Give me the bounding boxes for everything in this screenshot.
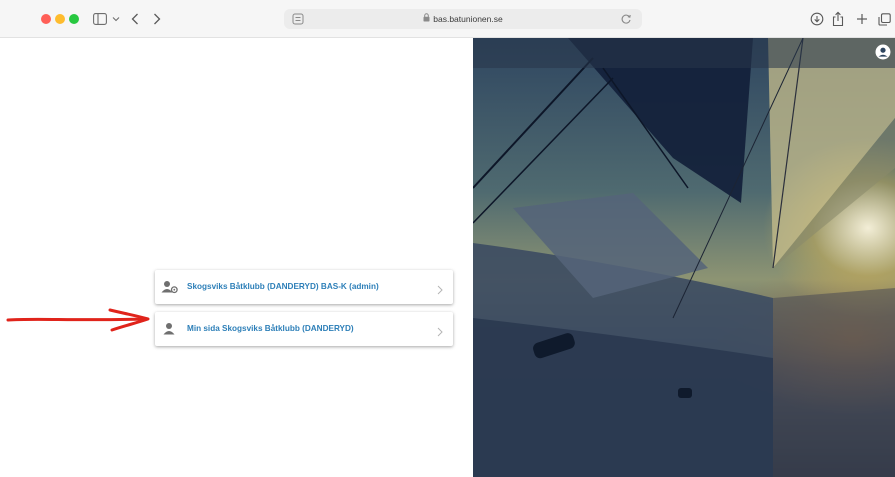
- share-icon[interactable]: [830, 9, 846, 29]
- card-label: Skogsviks Båtklubb (DANDERYD) BAS-K (adm…: [187, 282, 379, 291]
- org-admin-link[interactable]: Skogsviks Båtklubb (DANDERYD) BAS-K (adm…: [155, 270, 453, 304]
- url-display: bas.batunionen.se: [284, 9, 642, 29]
- forward-icon[interactable]: [150, 9, 164, 29]
- my-page-link[interactable]: Min sida Skogsviks Båtklubb (DANDERYD): [155, 312, 453, 346]
- account-selection-pane: [0, 38, 473, 477]
- address-bar[interactable]: bas.batunionen.se: [284, 9, 642, 29]
- user-icon[interactable]: [875, 44, 891, 60]
- hero-top-bar: [473, 38, 895, 68]
- chevron-down-icon[interactable]: [111, 9, 121, 29]
- maximize-window-button[interactable]: [69, 14, 79, 24]
- admin-user-icon: [161, 279, 179, 295]
- back-icon[interactable]: [128, 9, 142, 29]
- minimize-window-button[interactable]: [55, 14, 65, 24]
- new-tab-icon[interactable]: [854, 9, 870, 29]
- url-text: bas.batunionen.se: [433, 14, 503, 24]
- card-label: Min sida Skogsviks Båtklubb (DANDERYD): [187, 324, 354, 333]
- lock-icon: [423, 9, 430, 29]
- browser-toolbar: bas.batunionen.se: [0, 0, 895, 38]
- tabs-overview-icon[interactable]: [876, 9, 892, 29]
- sailboat-hero-image: [473, 38, 895, 477]
- download-icon[interactable]: [809, 9, 825, 29]
- reload-icon[interactable]: [619, 12, 633, 26]
- chevron-right-icon: [437, 282, 443, 295]
- user-icon: [161, 321, 179, 337]
- sidebar-icon[interactable]: [92, 9, 108, 29]
- close-window-button[interactable]: [41, 14, 51, 24]
- page-content: Skogsviks Båtklubb (DANDERYD) BAS-K (adm…: [0, 38, 895, 477]
- chevron-right-icon: [437, 324, 443, 337]
- annotation-arrow: [6, 308, 150, 332]
